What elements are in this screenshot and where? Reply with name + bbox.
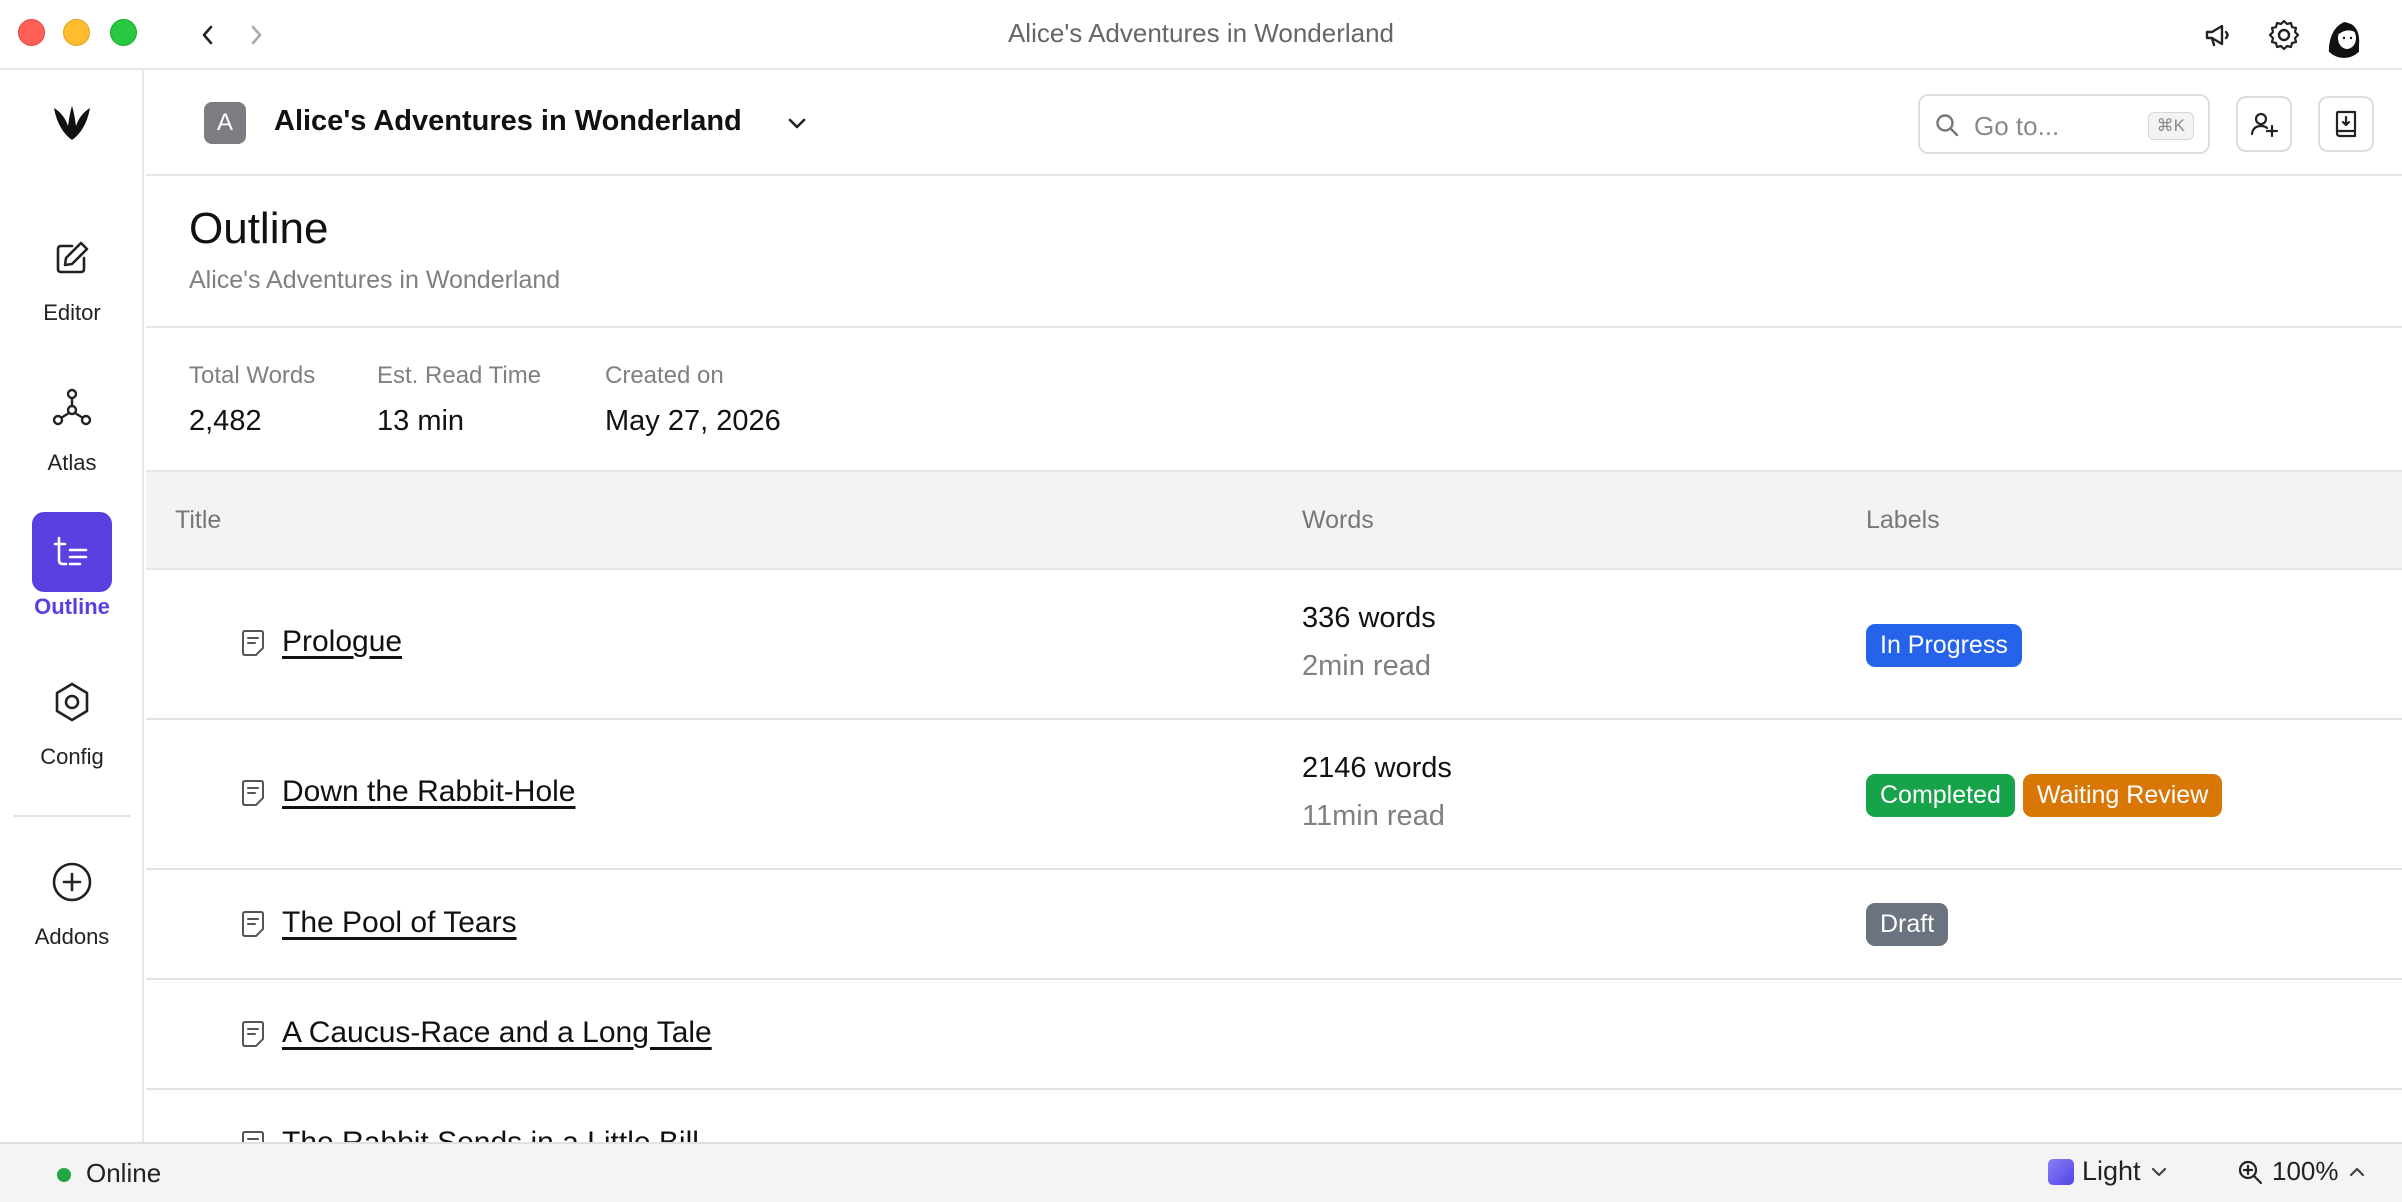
sidebar-item-atlas[interactable]: Atlas — [0, 368, 144, 476]
label-badge[interactable]: In Progress — [1866, 624, 2022, 667]
atlas-icon — [52, 388, 92, 426]
column-header-words[interactable]: Words — [1302, 506, 1374, 535]
label-badge[interactable]: Waiting Review — [2022, 774, 2223, 817]
document-icon — [242, 1021, 264, 1047]
theme-selector[interactable]: Light — [2048, 1156, 2169, 1187]
word-count: 2146 words — [1302, 752, 1452, 784]
stat-label: Total Words — [189, 362, 316, 389]
sidebar-item-label: Config — [40, 744, 104, 769]
read-time: 11min read — [1302, 800, 1445, 832]
search-icon — [1936, 114, 1959, 137]
stats-bar: Total Words 2,482 Est. Read Time 13 min … — [146, 330, 2402, 472]
page-subtitle: Alice's Adventures in Wonderland — [189, 266, 561, 294]
config-icon — [55, 682, 89, 722]
search-input[interactable]: Go to... ⌘K — [1918, 94, 2210, 154]
page-title: Outline — [189, 204, 329, 253]
add-collaborator-button[interactable] — [2236, 96, 2292, 152]
theme-label: Light — [2082, 1156, 2141, 1186]
stat-label: Est. Read Time — [377, 362, 542, 389]
sidebar-item-outline[interactable]: Outline — [0, 512, 144, 620]
shortcut-hint: ⌘K — [2147, 112, 2194, 140]
document-icon — [242, 780, 264, 806]
stat-value: 13 min — [377, 405, 465, 437]
chevron-up-icon — [2349, 1167, 2364, 1176]
zoom-in-icon — [2238, 1160, 2263, 1184]
chevron-down-icon — [788, 118, 806, 129]
stat-value: May 27, 2026 — [605, 405, 781, 437]
document-icon — [242, 1131, 264, 1142]
read-time: 2min read — [1302, 650, 1431, 682]
sidebar-item-editor[interactable]: Editor — [0, 218, 144, 326]
label-list: Draft — [1866, 903, 1949, 946]
sidebar-divider — [14, 815, 130, 817]
chapter-title-link[interactable]: Down the Rabbit-Hole — [282, 775, 575, 809]
label-badge[interactable]: Completed — [1866, 774, 2015, 817]
sidebar-item-label: Addons — [34, 924, 110, 949]
title-bar: Alice's Adventures in Wonderland — [0, 0, 2402, 70]
column-header-title[interactable]: Title — [175, 506, 221, 535]
stat-read-time: Est. Read Time 13 min — [377, 362, 541, 438]
sidebar-item-label: Outline — [34, 594, 110, 619]
outline-icon — [53, 536, 88, 566]
project-header: A Alice's Adventures in Wonderland Go to… — [146, 72, 2402, 176]
add-circle-icon — [52, 862, 92, 902]
document-icon — [242, 911, 264, 937]
sidebar-item-config[interactable]: Config — [0, 662, 144, 770]
zoom-level: 100% — [2272, 1156, 2339, 1186]
label-badge[interactable]: Draft — [1866, 903, 1949, 946]
sidebar-item-label: Atlas — [47, 450, 97, 475]
sidebar: Editor Atlas Outline Config Addons — [0, 70, 144, 1142]
sidebar-item-label: Editor — [43, 300, 101, 325]
project-name[interactable]: Alice's Adventures in Wonderland — [274, 105, 742, 138]
table-row[interactable]: Prologue 336 words 2min read In Progress — [146, 570, 2402, 720]
connection-status: Online — [86, 1158, 162, 1188]
document-icon — [242, 630, 264, 656]
chapter-title-link[interactable]: The Pool of Tears — [282, 906, 517, 940]
announcements-button[interactable] — [2199, 16, 2237, 54]
online-status-dot — [57, 1168, 71, 1182]
status-bar: Online Light 100% — [0, 1142, 2402, 1202]
add-user-icon — [2250, 112, 2279, 138]
stat-value: 2,482 — [189, 405, 262, 437]
stat-created-on: Created on May 27, 2026 — [605, 362, 781, 438]
stat-label: Created on — [605, 362, 724, 389]
column-header-labels[interactable]: Labels — [1866, 506, 1940, 535]
gear-icon — [2268, 19, 2300, 51]
theme-swatch — [2048, 1158, 2074, 1185]
page-header: Outline Alice's Adventures in Wonderland — [146, 178, 2402, 328]
export-book-button[interactable] — [2318, 96, 2374, 152]
window-title: Alice's Adventures in Wonderland — [1007, 18, 1395, 48]
chapter-title-link[interactable]: The Rabbit Sends in a Little Bill — [282, 1126, 699, 1142]
book-download-icon — [2335, 110, 2357, 138]
settings-button[interactable] — [2265, 16, 2303, 54]
app-logo-icon — [54, 106, 90, 140]
chapter-title-link[interactable]: A Caucus-Race and a Long Tale — [282, 1016, 712, 1050]
sidebar-item-addons[interactable]: Addons — [0, 842, 144, 950]
edit-icon — [56, 241, 89, 274]
table-row[interactable]: The Rabbit Sends in a Little Bill — [146, 1090, 2402, 1142]
megaphone-icon — [2205, 24, 2229, 47]
search-placeholder: Go to... — [1974, 111, 2060, 141]
avatar-icon — [2323, 16, 2365, 58]
table-header: Title Words Labels — [146, 472, 2402, 570]
stat-total-words: Total Words 2,482 — [189, 362, 315, 438]
zoom-control[interactable]: 100% — [2236, 1156, 2367, 1187]
chevron-down-icon — [2151, 1167, 2166, 1176]
chapter-title-link[interactable]: Prologue — [282, 625, 402, 659]
word-count: 336 words — [1302, 602, 1436, 634]
table-row[interactable]: The Pool of Tears Draft — [146, 870, 2402, 980]
project-switcher-button[interactable] — [782, 108, 812, 138]
user-avatar[interactable] — [2323, 16, 2365, 58]
table-row[interactable]: Down the Rabbit-Hole 2146 words 11min re… — [146, 720, 2402, 870]
table-row[interactable]: A Caucus-Race and a Long Tale — [146, 980, 2402, 1090]
label-list: In Progress — [1866, 624, 2022, 667]
label-list: Completed Waiting Review — [1866, 774, 2223, 817]
project-badge: A — [204, 102, 246, 144]
